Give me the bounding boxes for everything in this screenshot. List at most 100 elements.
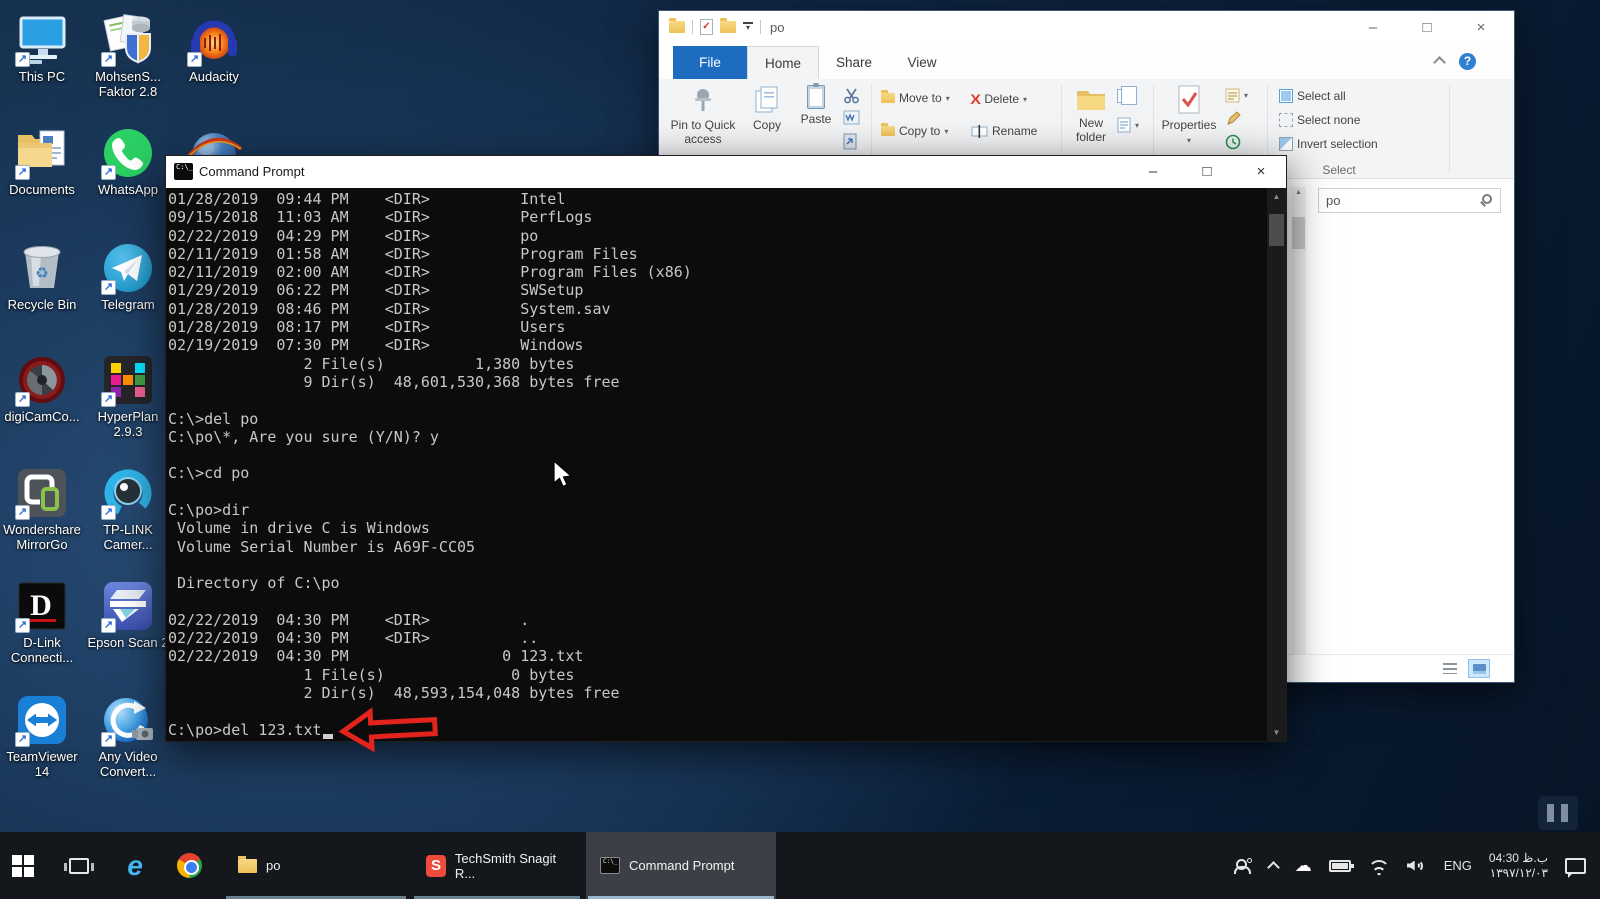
maximize-button[interactable]: □	[1416, 17, 1438, 39]
ribbon-move-to[interactable]: Move to ▾	[881, 91, 950, 105]
desktop-icon-audacity[interactable]: ↗ Audacity	[172, 12, 256, 84]
taskbar-button-label: TechSmith Snagit R...	[455, 851, 568, 881]
start-button[interactable]	[0, 832, 46, 899]
wifi-icon[interactable]	[1368, 858, 1390, 874]
ribbon-new-item[interactable]: ▾	[1117, 89, 1137, 103]
taskbar-button-po[interactable]: po	[224, 832, 408, 899]
minimize-ribbon-icon[interactable]	[1433, 56, 1446, 69]
ribbon-rename[interactable]: Rename	[971, 124, 1037, 138]
desktop-icon-tplink-camera[interactable]: ↗ TP-LINK Camer...	[86, 465, 170, 552]
ribbon-invert-selection[interactable]: Invert selection	[1279, 137, 1378, 151]
desktop-icon-hyperplan[interactable]: ↗ HyperPlan 2.9.3	[86, 352, 170, 439]
shortcut-arrow-icon: ↗	[101, 165, 116, 180]
terminal-output[interactable]: 01/28/2019 09:44 PM <DIR> Intel 09/15/20…	[168, 190, 692, 739]
scrollbar-thumb[interactable]	[1269, 214, 1284, 246]
desktop-icon-label: MohsenS... Faktor 2.8	[86, 69, 170, 99]
properties-qat-icon[interactable]: ✓	[700, 19, 713, 35]
ribbon-paste[interactable]: Paste	[793, 85, 839, 126]
action-center-icon[interactable]	[1565, 858, 1586, 874]
shortcut-arrow-icon: ↗	[101, 505, 116, 520]
ribbon-label: Properties	[1159, 118, 1219, 132]
epson-scan-icon: ↗	[100, 578, 156, 634]
ribbon-copy-to[interactable]: Copy to ▾	[881, 124, 948, 138]
desktop-icon-recycle-bin[interactable]: ♻ Recycle Bin	[0, 240, 84, 312]
search-value: po	[1326, 193, 1340, 208]
people-icon[interactable]	[1234, 858, 1252, 874]
maximize-button[interactable]: □	[1196, 161, 1218, 183]
tab-file[interactable]: File	[673, 46, 747, 79]
desktop-icon-label: Documents	[0, 182, 84, 197]
chrome-button[interactable]	[166, 832, 212, 899]
desktop-icon-mirrorgo[interactable]: ↗ Wondershare MirrorGo	[0, 465, 84, 552]
explorer-scrollbar[interactable]: ▲	[1291, 187, 1306, 655]
ribbon-label: Copy to	[899, 124, 940, 138]
tray-overflow-icon[interactable]	[1267, 861, 1280, 874]
tab-home[interactable]: Home	[747, 46, 819, 79]
desktop-icon-telegram[interactable]: ↗ Telegram	[86, 240, 170, 312]
ribbon-paste-shortcut[interactable]	[843, 132, 858, 150]
ribbon-easy-access[interactable]: ▾	[1117, 117, 1139, 133]
desktop-icon-this-pc[interactable]: ↗ This PC	[0, 12, 84, 84]
cmd-scrollbar[interactable]: ▲ ▼	[1267, 188, 1286, 741]
new-folder-qat-icon[interactable]	[720, 21, 736, 33]
desktop-icon-any-video-converter[interactable]: ↗ Any Video Convert...	[86, 692, 170, 779]
battery-icon[interactable]	[1329, 860, 1351, 872]
folder-icon[interactable]	[669, 21, 685, 33]
internet-explorer-button[interactable]: e	[112, 832, 158, 899]
close-button[interactable]: ×	[1470, 17, 1492, 39]
help-icon[interactable]: ?	[1459, 53, 1476, 70]
scroll-down-icon[interactable]: ▼	[1267, 728, 1286, 737]
scroll-up-icon[interactable]: ▲	[1291, 189, 1306, 196]
desktop-icon-epson-scan[interactable]: ↗ Epson Scan 2	[86, 578, 170, 650]
dropdown-icon: ▾	[944, 127, 948, 136]
minimize-button[interactable]: –	[1362, 17, 1384, 39]
ribbon-label: New folder	[1067, 116, 1115, 144]
ribbon-history[interactable]	[1225, 134, 1241, 150]
ribbon-copy[interactable]: Copy	[742, 85, 792, 132]
ribbon-open[interactable]: ▾	[1225, 87, 1248, 103]
ribbon-new-folder[interactable]: New folder	[1067, 85, 1115, 144]
tplink-camera-icon: ↗	[100, 465, 156, 521]
search-input[interactable]: po	[1318, 188, 1501, 213]
ribbon-label: Copy	[742, 118, 792, 132]
desktop-icon-teamviewer[interactable]: ↗ TeamViewer 14	[0, 692, 84, 779]
tab-share[interactable]: Share	[819, 46, 889, 79]
taskbar-button-command-prompt[interactable]: C:\_ Command Prompt	[586, 832, 776, 899]
scroll-up-icon[interactable]: ▲	[1267, 192, 1286, 201]
desktop-icon-whatsapp[interactable]: ↗ WhatsApp	[86, 125, 170, 197]
desktop-icon-label: Wondershare MirrorGo	[0, 522, 84, 552]
teamviewer-icon: ↗	[14, 692, 70, 748]
ribbon-pin-to-quick-access[interactable]: Pin to Quick access	[667, 85, 739, 146]
desktop-icon-mohsen-faktor[interactable]: ↗ MohsenS... Faktor 2.8	[86, 12, 170, 99]
cmd-titlebar[interactable]: C:\_ Command Prompt – □ ×	[166, 156, 1286, 188]
qat-customize-icon[interactable]: ▾	[743, 22, 753, 32]
volume-icon[interactable]	[1407, 859, 1427, 873]
audacity-icon: ↗	[186, 12, 242, 68]
ribbon-properties[interactable]: Properties ▾	[1159, 85, 1219, 148]
tab-view[interactable]: View	[889, 46, 955, 79]
details-view-button[interactable]	[1440, 659, 1462, 678]
desktop-icon-digicamcontrol[interactable]: ↗ digiCamCo...	[0, 352, 84, 424]
shortcut-arrow-icon: ↗	[187, 52, 202, 67]
desktop-icon-dlink[interactable]: D ↗ D-Link Connecti...	[0, 578, 84, 665]
onedrive-icon[interactable]: ☁	[1295, 856, 1312, 876]
ribbon-select-all[interactable]: Select all	[1279, 89, 1346, 103]
minimize-button[interactable]: –	[1142, 161, 1164, 183]
scrollbar-thumb[interactable]	[1292, 217, 1305, 249]
cut-icon	[843, 87, 860, 104]
ribbon-select-none[interactable]: Select none	[1279, 113, 1360, 127]
ribbon-edit[interactable]	[1225, 111, 1241, 127]
close-button[interactable]: ×	[1250, 161, 1272, 183]
taskbar-button-snagit[interactable]: S TechSmith Snagit R...	[412, 832, 582, 899]
explorer-titlebar[interactable]: ✓ ▾ po – □ ×	[659, 11, 1514, 46]
thumbnail-view-button[interactable]	[1468, 659, 1490, 678]
clock[interactable]: 04:30 ب.ظ ۱۳۹۷/۱۲/۰۳	[1489, 851, 1548, 881]
ribbon-delete[interactable]: X Delete ▾	[971, 91, 1027, 107]
task-view-button[interactable]	[56, 832, 102, 899]
ribbon-cut[interactable]	[843, 87, 860, 104]
shortcut-arrow-icon: ↗	[101, 52, 116, 67]
shortcut-arrow-icon: ↗	[101, 280, 116, 295]
language-indicator[interactable]: ENG	[1444, 858, 1472, 873]
ribbon-copy-path[interactable]	[843, 110, 860, 125]
desktop-icon-documents[interactable]: ↗ Documents	[0, 125, 84, 197]
